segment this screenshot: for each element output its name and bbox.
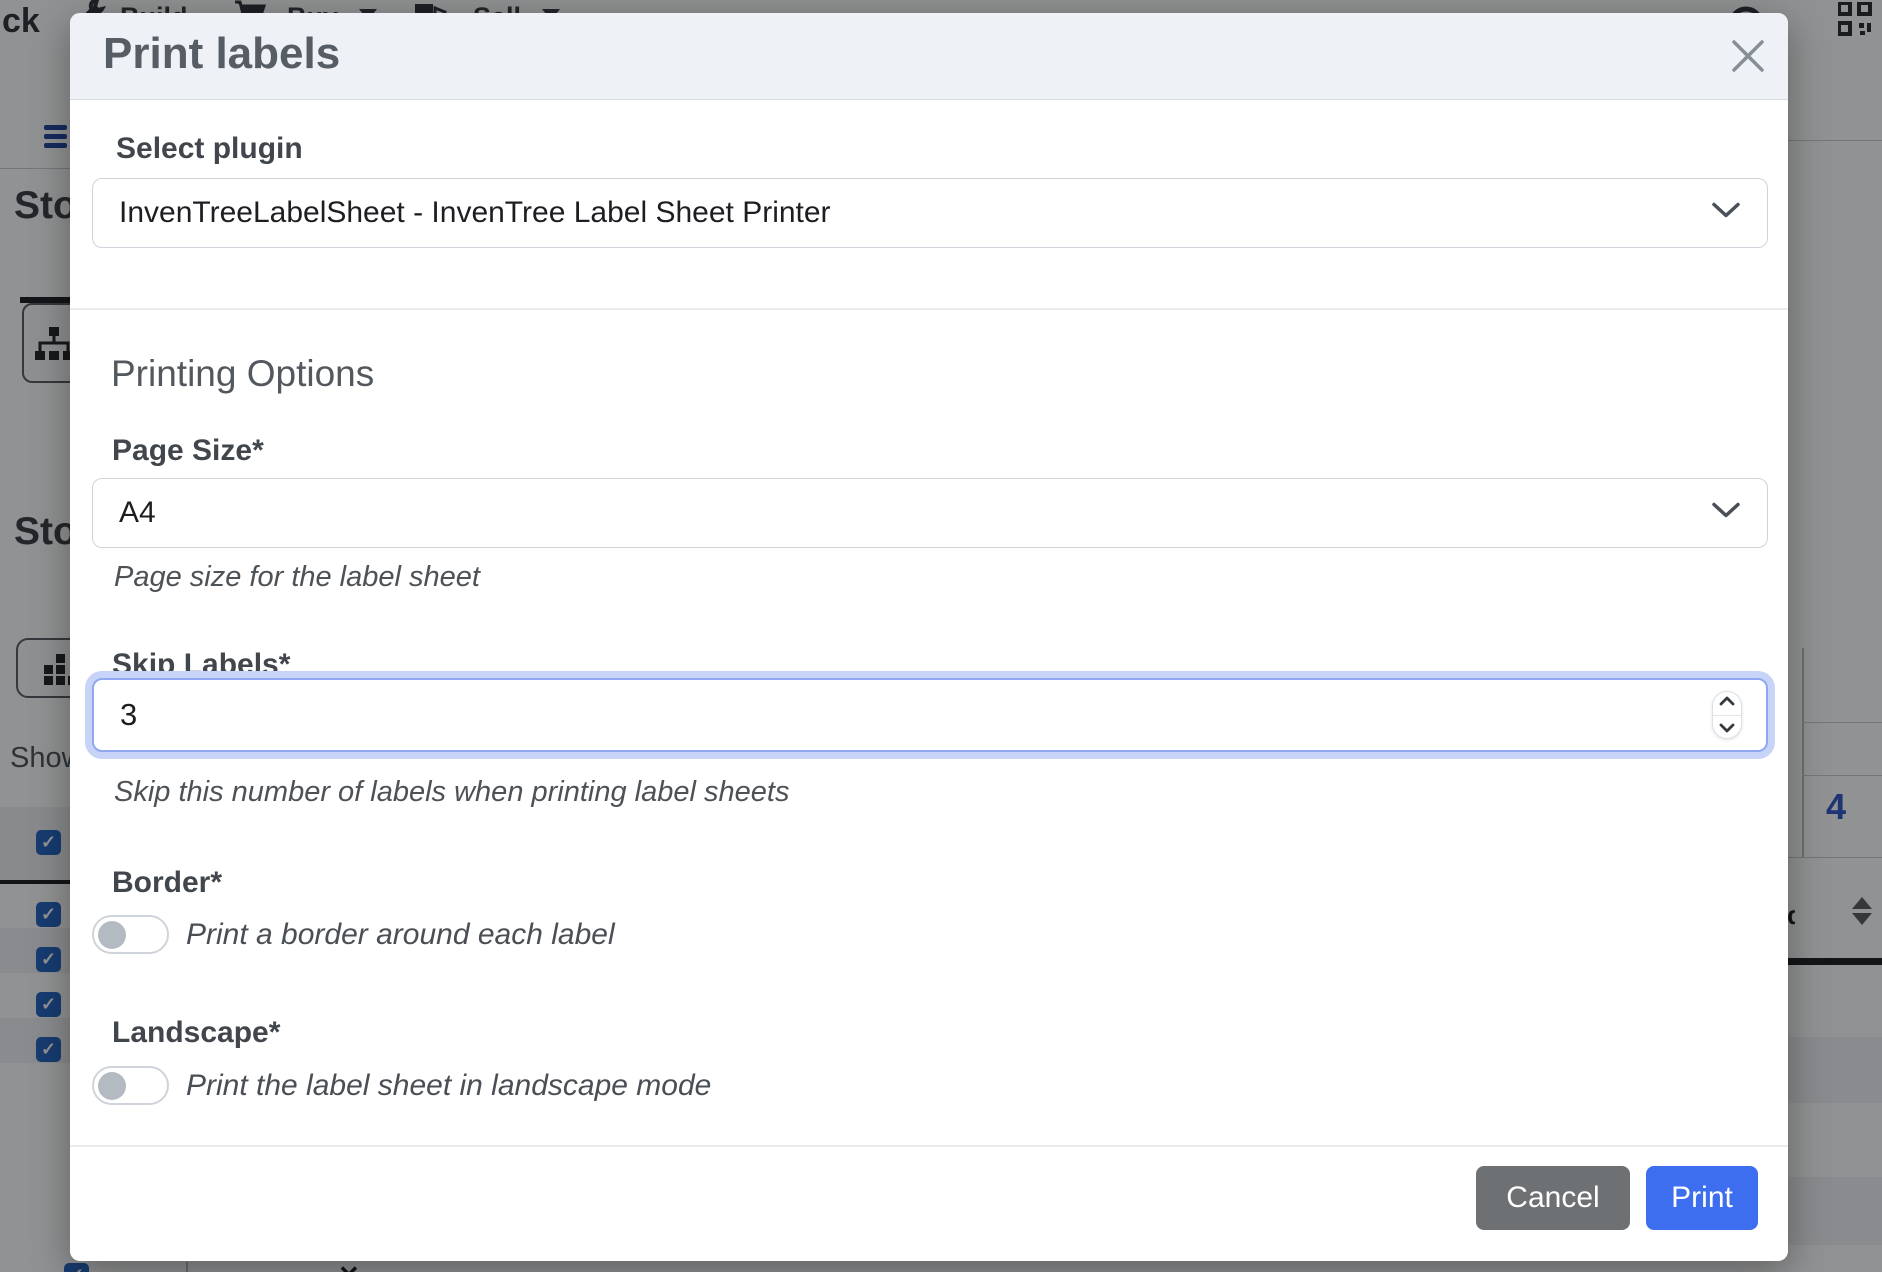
skip-labels-value: 3 [120, 697, 137, 733]
page-size-help: Page size for the label sheet [114, 561, 480, 594]
page-size-select-value: A4 [119, 496, 156, 530]
landscape-label: Landscape* [112, 1016, 280, 1050]
section-divider [70, 308, 1788, 310]
landscape-toggle[interactable] [92, 1066, 169, 1105]
plugin-select-value: InvenTreeLabelSheet - InvenTree Label Sh… [119, 196, 831, 230]
skip-labels-label: Skip Labels* [112, 648, 290, 682]
page-size-select[interactable]: A4 [92, 478, 1768, 548]
plugin-select[interactable]: InvenTreeLabelSheet - InvenTree Label Sh… [92, 178, 1768, 248]
print-button[interactable]: Print [1646, 1166, 1758, 1230]
chevron-down-icon [1719, 721, 1735, 736]
chevron-up-icon [1719, 694, 1735, 709]
print-labels-modal: Print labels Select plugin InvenTreeLabe… [70, 13, 1788, 1261]
border-label: Border* [112, 866, 222, 900]
printing-options-heading: Printing Options [111, 353, 374, 395]
stepper-divider [1713, 715, 1741, 716]
skip-labels-help: Skip this number of labels when printing… [114, 776, 789, 809]
chevron-down-icon [1711, 502, 1741, 525]
page-size-label: Page Size* [112, 434, 264, 468]
toggle-knob [98, 921, 126, 949]
modal-header: Print labels [70, 13, 1788, 100]
number-stepper [1712, 691, 1742, 739]
stepper-up-button[interactable] [1713, 692, 1741, 711]
footer-divider [70, 1145, 1788, 1147]
toggle-knob [98, 1072, 126, 1100]
skip-labels-input[interactable]: 3 [92, 678, 1768, 752]
landscape-help: Print the label sheet in landscape mode [186, 1069, 711, 1103]
close-button[interactable] [1722, 31, 1774, 83]
chevron-down-icon [1711, 202, 1741, 225]
modal-title: Print labels [103, 29, 340, 79]
plugin-label: Select plugin [116, 132, 303, 166]
cancel-button[interactable]: Cancel [1476, 1166, 1630, 1230]
close-icon [1726, 34, 1770, 81]
border-help: Print a border around each label [186, 918, 615, 952]
stepper-down-button[interactable] [1713, 719, 1741, 738]
border-toggle[interactable] [92, 915, 169, 954]
screen: ck Build Buy Sell [0, 0, 1882, 1272]
